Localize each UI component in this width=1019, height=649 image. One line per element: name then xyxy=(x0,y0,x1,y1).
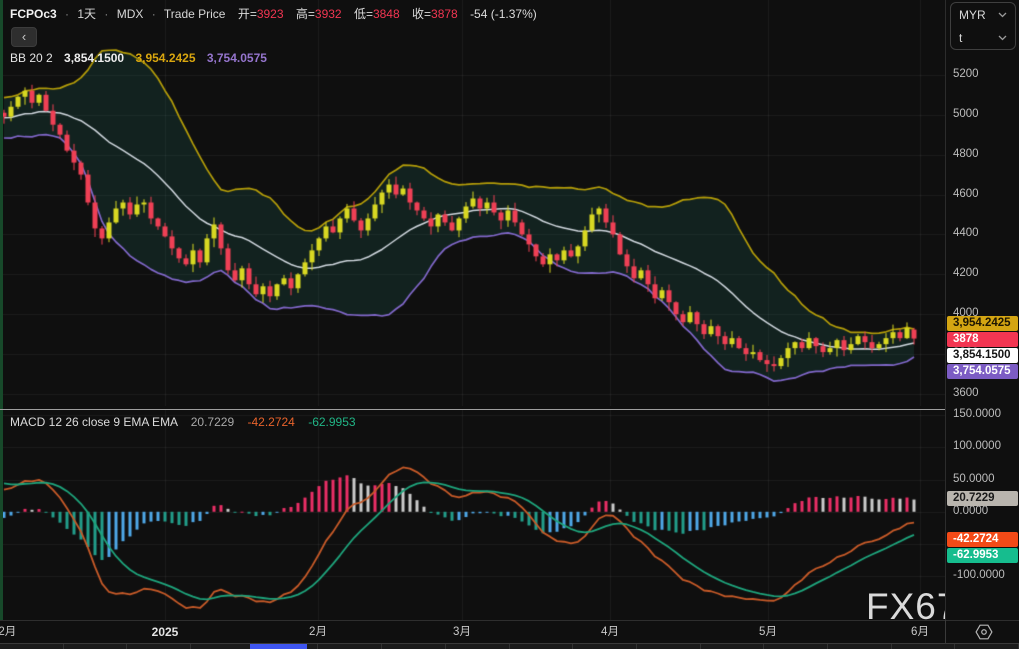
range-scrollbar xyxy=(0,643,1019,649)
scrollbar-segment xyxy=(63,644,128,649)
scrollbar-segment xyxy=(700,644,765,649)
price-axis-tick: 4200 xyxy=(953,267,979,280)
currency-selector[interactable]: MYR xyxy=(951,3,1015,26)
symbol-name[interactable]: FCPOc3 xyxy=(10,7,57,21)
currency-label: MYR xyxy=(959,7,986,22)
time-axis-label: 12月 xyxy=(0,626,17,638)
scrollbar-segment xyxy=(127,644,192,649)
scrollbar-thumb[interactable] xyxy=(250,644,307,649)
macd-line-value: -42.2724 xyxy=(247,415,295,429)
macd-badge: -42.2724 xyxy=(947,531,1018,547)
bb-mid-value: 3,854.1500 xyxy=(64,51,125,65)
macd-axis-tick: 100.0000 xyxy=(953,440,1001,453)
back-button[interactable]: ‹ xyxy=(11,27,37,47)
price-badge: 3,754.0575 xyxy=(947,363,1018,379)
scrollbar-segment xyxy=(191,644,255,649)
price-badge: 3,954.2425 xyxy=(947,315,1018,331)
separator: · xyxy=(151,7,156,21)
price-axis-tick: 4800 xyxy=(953,147,979,160)
price-badge: 3878 xyxy=(947,331,1018,347)
macd-signal-value: -62.9953 xyxy=(308,415,356,429)
scrollbar-segment xyxy=(509,644,574,649)
macd-badge: 20.7229 xyxy=(947,490,1018,506)
price-axis-tick: 4400 xyxy=(953,227,979,240)
bollinger-legend[interactable]: BB 20 2 3,854.1500 3,954.2425 3,754.0575 xyxy=(10,51,267,65)
close-label: 收= xyxy=(412,7,432,21)
macd-axis-tick: 150.0000 xyxy=(953,408,1001,421)
time-axis-label: 3月 xyxy=(453,626,471,638)
scrollbar-segment xyxy=(827,644,892,649)
panel-divider-handle[interactable] xyxy=(0,409,1019,410)
separator: · xyxy=(65,7,70,21)
macd-label: MACD 12 26 close 9 EMA EMA xyxy=(10,415,178,429)
macd-legend[interactable]: MACD 12 26 close 9 EMA EMA 20.7229 -42.2… xyxy=(10,415,356,429)
price-scale-axis[interactable]: MYR t 5200500048004600440042004000380036… xyxy=(945,0,1019,620)
price-axis-tick: 3600 xyxy=(953,387,979,400)
price-axis-tick: 4600 xyxy=(953,187,979,200)
macd-axis-tick: 50.0000 xyxy=(953,472,995,485)
low-label: 低= xyxy=(353,7,373,21)
price-axis-tick: 5200 xyxy=(953,67,979,80)
scrollbar-segment xyxy=(891,644,956,649)
macd-hist-value: 20.7229 xyxy=(190,415,235,429)
chevron-down-icon xyxy=(998,12,1007,17)
macd-chart-canvas[interactable] xyxy=(0,410,945,620)
scrollbar-segment xyxy=(318,644,383,649)
exchange-label: MDX xyxy=(116,7,144,21)
left-panel-edge xyxy=(0,0,3,643)
symbol-header: FCPOc3 · 1天 · MDX · Trade Price 开=3923 高… xyxy=(10,5,537,22)
scrollbar-segment xyxy=(955,644,1019,649)
unit-label: t xyxy=(959,30,963,45)
high-value: 3932 xyxy=(314,7,342,21)
bb-upper-value: 3,954.2425 xyxy=(135,51,196,65)
scrollbar-segment xyxy=(764,644,828,649)
gear-icon[interactable] xyxy=(975,623,993,641)
scrollbar-segment xyxy=(382,644,446,649)
chevron-down-icon xyxy=(998,35,1007,40)
macd-axis-tick: -100.0000 xyxy=(953,569,1005,582)
low-value: 3848 xyxy=(372,7,400,21)
close-value: 3878 xyxy=(431,7,458,21)
macd-badge: -62.9953 xyxy=(947,547,1018,563)
time-axis-label: 5月 xyxy=(759,626,777,638)
unit-selector[interactable]: t xyxy=(951,26,1015,49)
macd-axis-tick: 0.0000 xyxy=(953,504,989,517)
interval-label[interactable]: 1天 xyxy=(77,7,96,21)
time-axis-label: 4月 xyxy=(601,626,619,638)
back-chevron-icon: ‹ xyxy=(21,29,27,44)
scrollbar-segment xyxy=(445,644,510,649)
bb-lower-value: 3,754.0575 xyxy=(206,51,267,65)
high-label: 高= xyxy=(295,7,315,21)
axis-corner-divider xyxy=(945,620,946,643)
separator: · xyxy=(104,7,109,21)
time-axis-label: 2025 xyxy=(151,625,179,639)
bb-label: BB 20 2 xyxy=(10,51,53,65)
open-label: 开= xyxy=(237,7,257,21)
time-axis-label: 2月 xyxy=(309,626,327,638)
price-badge: 3,854.1500 xyxy=(947,347,1018,363)
change-value: -54 (-1.37%) xyxy=(470,7,537,21)
trading-chart-app: FCPOc3 · 1天 · MDX · Trade Price 开=3923 高… xyxy=(0,0,1019,649)
open-value: 3923 xyxy=(256,7,284,21)
scrollbar-segment xyxy=(636,644,701,649)
price-axis-tick: 5000 xyxy=(953,107,979,120)
scrollbar-segment xyxy=(573,644,637,649)
unit-selector-box: MYR t xyxy=(950,2,1016,50)
scrollbar-segment xyxy=(0,644,64,649)
price-source-label: Trade Price xyxy=(163,7,226,21)
